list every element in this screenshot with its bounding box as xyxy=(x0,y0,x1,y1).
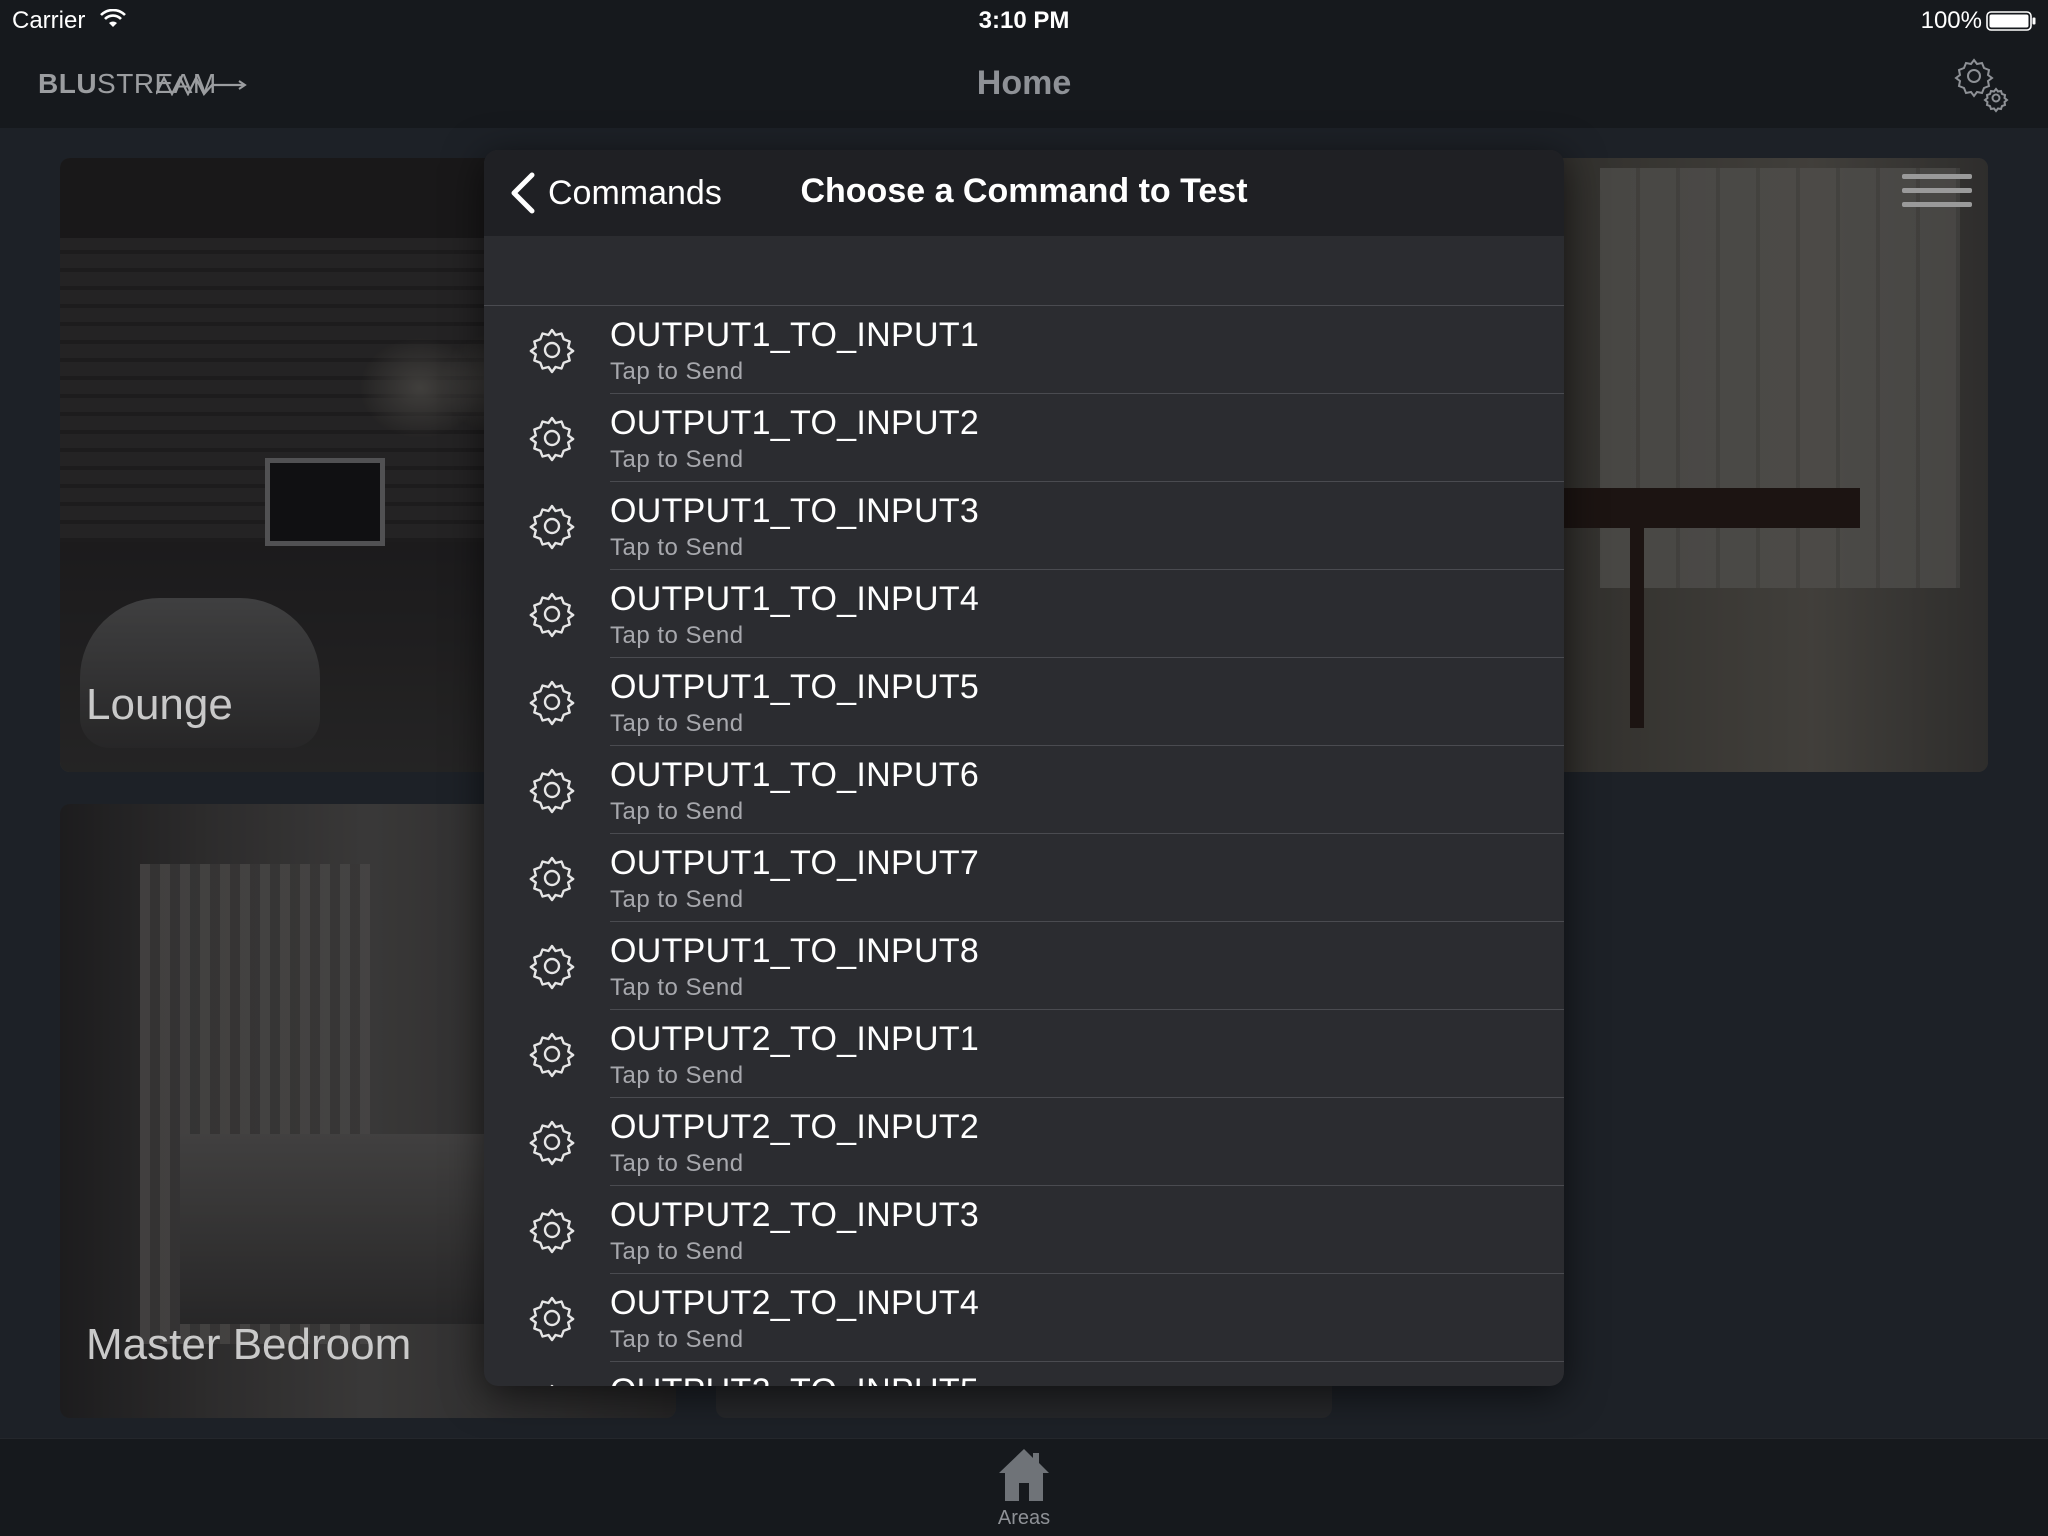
command-name: OUTPUT1_TO_INPUT5 xyxy=(610,668,980,706)
home-icon xyxy=(999,1449,1049,1501)
gear-icon xyxy=(529,416,575,462)
command-name: OUTPUT2_TO_INPUT4 xyxy=(610,1284,980,1322)
gear-icon xyxy=(529,1120,575,1166)
command-name: OUTPUT2_TO_INPUT3 xyxy=(610,1196,980,1234)
command-name: OUTPUT1_TO_INPUT3 xyxy=(610,492,980,530)
command-subtitle: Tap to Send xyxy=(610,1062,744,1089)
gear-icon xyxy=(550,1384,554,1386)
gear-icon xyxy=(529,1296,575,1342)
command-row[interactable]: OUTPUT1_TO_INPUT7 Tap to Send xyxy=(484,834,1564,922)
gear-icon[interactable] xyxy=(1948,52,2012,116)
battery-percent: 100% xyxy=(1920,7,1982,34)
tab-areas-label: Areas xyxy=(997,1507,1051,1529)
command-row[interactable]: OUTPUT2_TO_INPUT1 Tap to Send xyxy=(484,1010,1564,1098)
command-name: OUTPUT1_TO_INPUT2 xyxy=(610,404,980,442)
popover-title: Choose a Command to Test xyxy=(800,172,1248,210)
command-subtitle: Tap to Send xyxy=(610,358,744,385)
hamburger-menu-icon[interactable] xyxy=(1902,174,1972,220)
command-row[interactable]: OUTPUT1_TO_INPUT1 Tap to Send xyxy=(484,306,1564,394)
gear-icon xyxy=(529,856,575,902)
command-subtitle: Tap to Send xyxy=(610,1150,744,1177)
command-row[interactable]: OUTPUT1_TO_INPUT5 Tap to Send xyxy=(484,658,1564,746)
command-popover: Commands Choose a Command to Test OUTPUT… xyxy=(484,150,1564,1386)
command-subtitle: Tap to Send xyxy=(610,798,744,825)
screen: Carrier 3:10 PM 100% BLUSTREAM Home Loun… xyxy=(0,0,2048,1536)
command-row[interactable]: OUTPUT1_TO_INPUT3 Tap to Send xyxy=(484,482,1564,570)
command-subtitle: Tap to Send xyxy=(610,1238,744,1265)
command-row[interactable]: OUTPUT1_TO_INPUT2 Tap to Send xyxy=(484,394,1564,482)
command-list: OUTPUT1_TO_INPUT1 Tap to Send OUTPUT1_TO_I… xyxy=(484,306,1564,1386)
command-row[interactable]: OUTPUT2_TO_INPUT5Tap to Send xyxy=(484,1362,1564,1386)
command-name: OUTPUT2_TO_INPUT2 xyxy=(610,1108,980,1146)
battery-icon xyxy=(1986,11,2036,31)
command-row[interactable]: OUTPUT1_TO_INPUT4 Tap to Send xyxy=(484,570,1564,658)
command-name: OUTPUT1_TO_INPUT7 xyxy=(610,844,980,882)
command-row[interactable]: OUTPUT2_TO_INPUT2 Tap to Send xyxy=(484,1098,1564,1186)
status-bar: Carrier 3:10 PM 100% xyxy=(0,0,2048,40)
command-name: OUTPUT1_TO_INPUT6 xyxy=(610,756,980,794)
gear-icon xyxy=(529,592,575,638)
status-time: 3:10 PM xyxy=(978,7,1070,34)
command-row[interactable]: OUTPUT2_TO_INPUT3 Tap to Send xyxy=(484,1186,1564,1274)
gear-icon xyxy=(529,328,575,374)
command-subtitle: Tap to Send xyxy=(610,886,744,913)
popover-spacer xyxy=(484,236,1564,306)
command-subtitle: Tap to Send xyxy=(610,534,744,561)
gear-icon xyxy=(529,768,575,814)
command-row[interactable]: OUTPUT2_TO_INPUT4 Tap to Send xyxy=(484,1274,1564,1362)
command-subtitle: Tap to Send xyxy=(610,1326,744,1353)
gear-icon xyxy=(529,680,575,726)
command-subtitle: Tap to Send xyxy=(610,446,744,473)
command-subtitle: Tap to Send xyxy=(610,974,744,1001)
popover-header: Commands Choose a Command to Test xyxy=(484,150,1564,236)
command-subtitle: Tap to Send xyxy=(610,622,744,649)
tab-areas[interactable]: Areas xyxy=(984,1445,1064,1531)
gear-icon xyxy=(529,944,575,990)
command-name: OUTPUT1_TO_INPUT4 xyxy=(610,580,980,618)
area-label: Master Bedroom xyxy=(86,1320,412,1369)
area-label: Lounge xyxy=(86,680,233,729)
command-name: OUTPUT2_TO_INPUT1 xyxy=(610,1020,980,1058)
gear-icon xyxy=(529,1208,575,1254)
gear-icon xyxy=(529,1032,575,1078)
nav-bar: BLUSTREAM Home xyxy=(0,40,2048,128)
command-name: OUTPUT1_TO_INPUT1 xyxy=(610,316,980,354)
command-row[interactable]: OUTPUT1_TO_INPUT6 Tap to Send xyxy=(484,746,1564,834)
command-name: OUTPUT1_TO_INPUT8 xyxy=(610,932,980,970)
command-subtitle: Tap to Send xyxy=(610,710,744,737)
tab-bar: Areas xyxy=(0,1438,2048,1536)
command-row[interactable]: OUTPUT1_TO_INPUT8 Tap to Send xyxy=(484,922,1564,1010)
page-title: Home xyxy=(976,64,1072,102)
command-name: OUTPUT2_TO_INPUT5 xyxy=(610,1372,979,1386)
gear-icon xyxy=(529,504,575,550)
